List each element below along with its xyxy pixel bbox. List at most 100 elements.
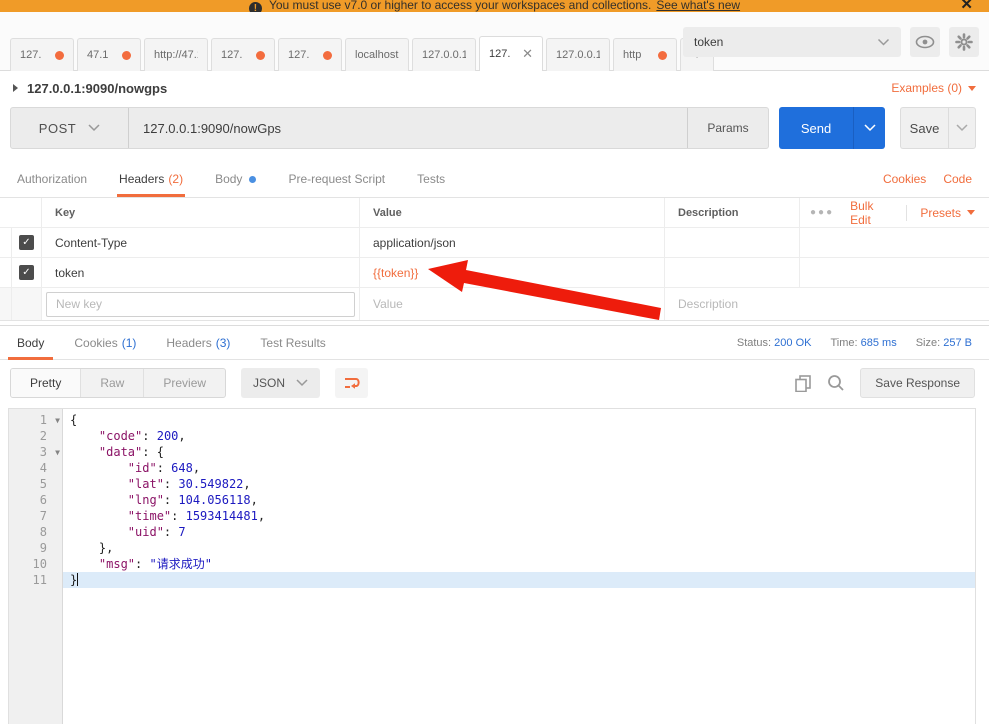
save-button[interactable]: Save <box>900 107 948 149</box>
drag-cell[interactable] <box>0 258 12 287</box>
format-selector[interactable]: JSON <box>241 368 320 398</box>
header-description[interactable] <box>665 228 800 257</box>
response-code-line: 8 "uid": 7 <box>9 524 975 540</box>
tab-headers[interactable]: Headers (2) <box>119 161 183 197</box>
header-value[interactable]: application/json <box>360 228 665 257</box>
header-lead-cell <box>0 198 42 227</box>
line-number: 5 <box>9 476 63 492</box>
more-options-icon[interactable]: ●●● <box>810 207 834 218</box>
url-input[interactable]: 127.0.0.1:9090/nowGps <box>129 108 688 148</box>
tab-label: 47.1 <box>87 49 115 61</box>
header-value-text: application/json <box>373 236 456 250</box>
line-number: 9 <box>9 540 63 556</box>
tab-label: 127. <box>288 49 316 61</box>
settings-button[interactable] <box>949 27 979 57</box>
response-code-line: 4 "id": 648, <box>9 460 975 476</box>
browser-tab[interactable]: 127. <box>278 38 342 71</box>
view-raw-button[interactable]: Raw <box>81 369 144 397</box>
request-tabs: Authorization Headers (2) Body Pre-reque… <box>0 161 989 197</box>
browser-tab[interactable]: 127.✕ <box>479 36 543 71</box>
browser-tab[interactable]: 47.1 <box>77 38 141 71</box>
browser-tab[interactable]: 127.0.0.1:9 <box>546 38 610 71</box>
header-description[interactable] <box>665 258 800 287</box>
banner-message: You must use v7.0 or higher to access yo… <box>269 0 651 12</box>
row-controls <box>800 258 989 287</box>
search-response-button[interactable] <box>827 374 845 392</box>
response-code-line: 9 }, <box>9 540 975 556</box>
examples-dropdown[interactable]: Examples (0) <box>891 81 976 95</box>
environment-quick-look-button[interactable] <box>910 27 940 57</box>
view-preview-button[interactable]: Preview <box>144 369 225 397</box>
response-code-line: 11} <box>9 572 975 588</box>
fold-arrow-icon[interactable]: ▼ <box>55 413 60 429</box>
response-tab-count: (1) <box>122 336 137 350</box>
eye-icon <box>915 35 935 49</box>
response-tab-cookies[interactable]: Cookies(1) <box>74 326 136 360</box>
bulk-edit-link[interactable]: Bulk Edit <box>850 199 893 227</box>
checkbox[interactable]: ✓ <box>19 265 34 280</box>
banner-see-whats-new-link[interactable]: See what's new <box>656 0 740 12</box>
browser-tab[interactable]: 127. <box>10 38 74 71</box>
browser-tab[interactable]: localhost:9 <box>345 38 409 71</box>
browser-tab[interactable]: 127. <box>211 38 275 71</box>
collapse-caret-icon[interactable] <box>13 84 18 92</box>
headers-table: Key Value Description ●●● Bulk Edit Pres… <box>0 197 989 321</box>
cookies-link[interactable]: Cookies <box>883 172 926 186</box>
tab-label: http://47.1 <box>154 49 198 61</box>
code-link[interactable]: Code <box>943 172 972 186</box>
response-tab-label: Headers <box>166 336 211 350</box>
browser-tab[interactable]: 127.0.0.1:9 <box>412 38 476 71</box>
line-number: 4 <box>9 460 63 476</box>
response-tab-label: Body <box>17 336 44 350</box>
response-code-line: 7 "time": 1593414481, <box>9 508 975 524</box>
copy-response-button[interactable] <box>794 374 812 392</box>
tab-authorization[interactable]: Authorization <box>17 161 87 197</box>
chevron-down-icon <box>88 124 100 132</box>
caret-down-icon <box>968 86 976 91</box>
header-key[interactable]: token <box>42 258 360 287</box>
checkbox[interactable]: ✓ <box>19 235 34 250</box>
tab-close-icon[interactable]: ✕ <box>522 46 533 62</box>
send-button[interactable]: Send <box>779 107 853 149</box>
row-controls <box>800 228 989 257</box>
divider <box>906 205 907 221</box>
code-text: } <box>63 572 975 588</box>
new-description-placeholder[interactable]: Description <box>678 297 738 311</box>
code-text: "id": 648, <box>63 460 975 476</box>
save-response-button[interactable]: Save Response <box>860 368 975 398</box>
banner-close-icon[interactable]: ✕ <box>960 0 973 12</box>
send-options-button[interactable] <box>853 107 885 149</box>
tab-label: 127. <box>20 49 48 61</box>
response-body-editor[interactable]: 1▼{2 "code": 200,3▼ "data": {4 "id": 648… <box>8 408 976 724</box>
tab-tests[interactable]: Tests <box>417 161 445 197</box>
browser-tab[interactable]: http <box>613 38 677 71</box>
response-tab-body[interactable]: Body <box>17 326 44 360</box>
caret-down-icon <box>967 210 975 215</box>
params-button[interactable]: Params <box>688 108 768 148</box>
presets-dropdown[interactable]: Presets <box>920 206 975 220</box>
response-tab-headers[interactable]: Headers(3) <box>166 326 230 360</box>
new-key-input[interactable] <box>46 292 355 317</box>
unsaved-dot-icon <box>55 51 64 60</box>
tab-headers-label: Headers <box>119 172 164 186</box>
code-text: { <box>63 412 975 428</box>
tab-pre-request-script[interactable]: Pre-request Script <box>288 161 385 197</box>
unsaved-dot-icon <box>122 51 131 60</box>
drag-cell[interactable] <box>0 228 12 257</box>
view-pretty-button[interactable]: Pretty <box>11 369 81 397</box>
fold-arrow-icon[interactable]: ▼ <box>55 445 60 461</box>
new-value-placeholder[interactable]: Value <box>373 297 403 311</box>
save-options-button[interactable] <box>948 107 976 149</box>
method-selector[interactable]: POST <box>11 108 129 148</box>
unsaved-dot-icon <box>658 51 667 60</box>
checkbox-cell <box>12 288 42 320</box>
header-key[interactable]: Content-Type <box>42 228 360 257</box>
checkbox-cell: ✓ <box>12 258 42 287</box>
wrap-lines-button[interactable] <box>335 368 368 398</box>
header-value[interactable]: {{token}} <box>360 258 665 287</box>
header-row: ✓ Content-Type application/json <box>0 228 989 258</box>
browser-tab[interactable]: http://47.1 <box>144 38 208 71</box>
environment-selector[interactable]: token <box>683 27 901 57</box>
tab-body[interactable]: Body <box>215 161 256 197</box>
response-tab-test-results[interactable]: Test Results <box>260 326 325 360</box>
